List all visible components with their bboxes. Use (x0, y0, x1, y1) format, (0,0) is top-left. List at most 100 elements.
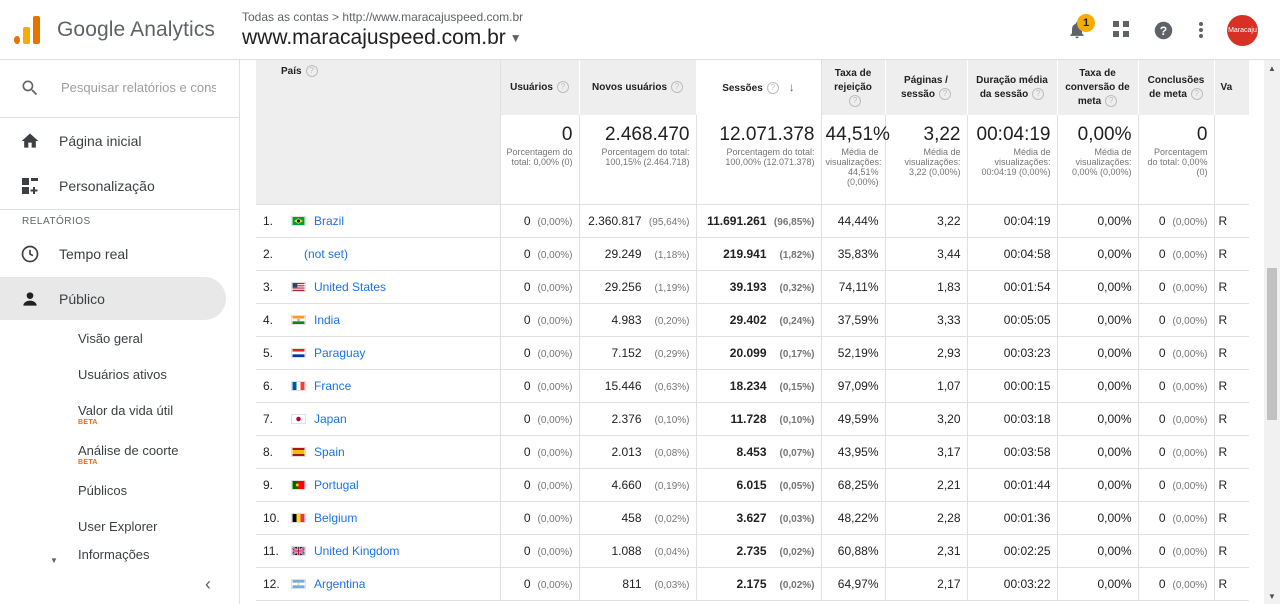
avg-duration-cell: 00:03:22 (967, 567, 1058, 601)
country-link[interactable]: Belgium (314, 511, 357, 525)
bounce-rate-cell: 43,95% (821, 435, 886, 469)
portugal-flag-icon (291, 479, 306, 490)
apps-grid-icon[interactable] (1110, 20, 1132, 42)
row-index: 12. (263, 576, 280, 591)
vertical-scrollbar[interactable]: ▲ ▼ (1264, 60, 1280, 604)
nav-customization[interactable]: Personalização (0, 166, 240, 210)
nav-home[interactable]: Página inicial (0, 121, 240, 161)
notification-badge[interactable]: 1 (1077, 14, 1095, 32)
product-name[interactable]: Google Analytics (57, 18, 215, 42)
nav-insights[interactable]: Informações (78, 547, 150, 562)
nav-customization-label: Personalização (59, 178, 155, 194)
table-row: 12. Argentina 0 (0,00%) 811 (0,03%) 2.175 (0,02… (256, 567, 1249, 601)
goal-conv-rate-cell: 0,00% (1057, 204, 1139, 238)
sessions-cell: 29.402 (0,24%) (696, 303, 822, 337)
sessions-cell: 39.193 (0,32%) (696, 270, 822, 304)
country-link[interactable]: United States (314, 280, 386, 294)
expand-caret-icon[interactable]: ▼ (50, 556, 58, 565)
pages-session-cell: 2,31 (885, 534, 968, 568)
pages-session-cell: 3,44 (885, 237, 968, 271)
google-analytics-logo-icon[interactable] (14, 16, 40, 44)
help-icon: ? (305, 65, 318, 78)
avg-duration-cell: 00:04:58 (967, 237, 1058, 271)
row-index: 10. (263, 510, 280, 525)
sessions-cell: 18.234 (0,15%) (696, 369, 822, 403)
country-link[interactable]: Paraguay (314, 346, 365, 360)
goal-completions-cell: 0 (0,00%) (1138, 567, 1215, 601)
country-link[interactable]: Brazil (314, 214, 344, 228)
header-new-users[interactable]: Novos usuários? (579, 60, 697, 115)
more-vert-icon[interactable] (1190, 20, 1212, 42)
avg-duration-cell: 00:03:23 (967, 336, 1058, 370)
country-link[interactable]: Spain (314, 445, 345, 459)
goal-value-cell: R (1214, 369, 1249, 403)
users-cell: 0 (0,00%) (500, 534, 580, 568)
property-selector[interactable]: www.maracajuspeed.com.br ▼ (242, 26, 522, 50)
header-country[interactable]: País? (256, 60, 501, 115)
header-goal-value[interactable]: Va (1214, 60, 1249, 115)
users-cell: 0 (0,00%) (500, 303, 580, 337)
nav-audiences[interactable]: Públicos (78, 483, 127, 498)
country-link[interactable]: United Kingdom (314, 544, 399, 558)
header-users[interactable]: Usuários? (500, 60, 580, 115)
country-link[interactable]: India (314, 313, 340, 327)
total-goal-conv-rate: 0,00% Média de visualizações: 0,00% (0,00… (1057, 115, 1139, 205)
nav-lifetime-value[interactable]: Valor da vida útil BETA (78, 403, 173, 426)
country-link[interactable]: France (314, 379, 351, 393)
country-cell: 4. India (256, 303, 501, 337)
new-users-cell: 2.013 (0,08%) (579, 435, 697, 469)
country-cell: 11. United Kingdom (256, 534, 501, 568)
nav-active-users[interactable]: Usuários ativos (78, 367, 167, 382)
row-index: 5. (263, 345, 274, 360)
country-link[interactable]: (not set) (304, 247, 348, 261)
help-icon[interactable]: ? (1152, 20, 1174, 42)
goal-conv-rate-cell: 0,00% (1057, 237, 1139, 271)
sessions-cell: 6.015 (0,05%) (696, 468, 822, 502)
users-cell: 0 (0,00%) (500, 435, 580, 469)
scrollbar-thumb[interactable] (1267, 268, 1277, 420)
header-bounce-rate[interactable]: Taxa de rejeição? (821, 60, 886, 115)
goal-completions-cell: 0 (0,00%) (1138, 435, 1215, 469)
header-goal-completions[interactable]: Conclusões de meta? (1138, 60, 1215, 115)
sort-down-arrow-icon: ↓ (788, 79, 795, 94)
report-search (0, 60, 240, 118)
help-icon: ? (671, 80, 684, 93)
country-link[interactable]: Argentina (314, 577, 365, 591)
search-input[interactable] (61, 80, 216, 95)
country-link[interactable]: Japan (314, 412, 347, 426)
person-icon (20, 289, 40, 309)
nav-audience-label: Público (59, 291, 105, 307)
new-users-cell: 29.256 (1,19%) (579, 270, 697, 304)
account-avatar[interactable]: Maracaju (1227, 15, 1258, 46)
row-index: 4. (263, 312, 274, 327)
country-link[interactable]: Portugal (314, 478, 359, 492)
nav-cohort-analysis[interactable]: Análise de coorte BETA (78, 443, 178, 466)
users-cell: 0 (0,00%) (500, 468, 580, 502)
header-pages-session[interactable]: Páginas / sessão? (885, 60, 968, 115)
collapse-sidebar-icon[interactable]: ‹ (205, 574, 211, 595)
header-sessions[interactable]: Sessões? ↓ (695, 60, 822, 115)
reports-section-label: RELATÓRIOS (22, 216, 91, 227)
sessions-cell: 8.453 (0,07%) (696, 435, 822, 469)
country-report-table: País? Usuários? Novos usuários? Sessões?… (256, 60, 1249, 601)
nav-realtime[interactable]: Tempo real (0, 234, 240, 274)
goal-completions-cell: 0 (0,00%) (1138, 468, 1215, 502)
header-avg-duration[interactable]: Duração média da sessão? (967, 60, 1058, 115)
table-row: 1. Brazil 0 (0,00%) 2.360.817 (95,64%) 11.691.… (256, 204, 1249, 238)
help-icon: ? (849, 94, 861, 107)
beta-badge: BETA (78, 459, 98, 466)
caret-down-icon: ▼ (509, 31, 522, 46)
nav-user-explorer[interactable]: User Explorer (78, 519, 157, 534)
account-breadcrumb[interactable]: Todas as contas > http://www.maracajuspe… (242, 10, 523, 24)
goal-completions-cell: 0 (0,00%) (1138, 270, 1215, 304)
goal-conv-rate-cell: 0,00% (1057, 336, 1139, 370)
nav-audience[interactable]: Público (0, 277, 226, 320)
table-row: 8. Spain 0 (0,00%) 2.013 (0,08%) 8.453 (0,07%) 4… (256, 435, 1249, 469)
sessions-cell: 11.691.261 (96,85%) (696, 204, 822, 238)
country-cell: 6. France (256, 369, 501, 403)
nav-overview[interactable]: Visão geral (78, 331, 143, 346)
users-cell: 0 (0,00%) (500, 369, 580, 403)
help-icon: ? (938, 87, 951, 100)
totals-label-cell (256, 115, 501, 205)
header-goal-conv-rate[interactable]: Taxa de conversão de meta? (1057, 60, 1139, 115)
